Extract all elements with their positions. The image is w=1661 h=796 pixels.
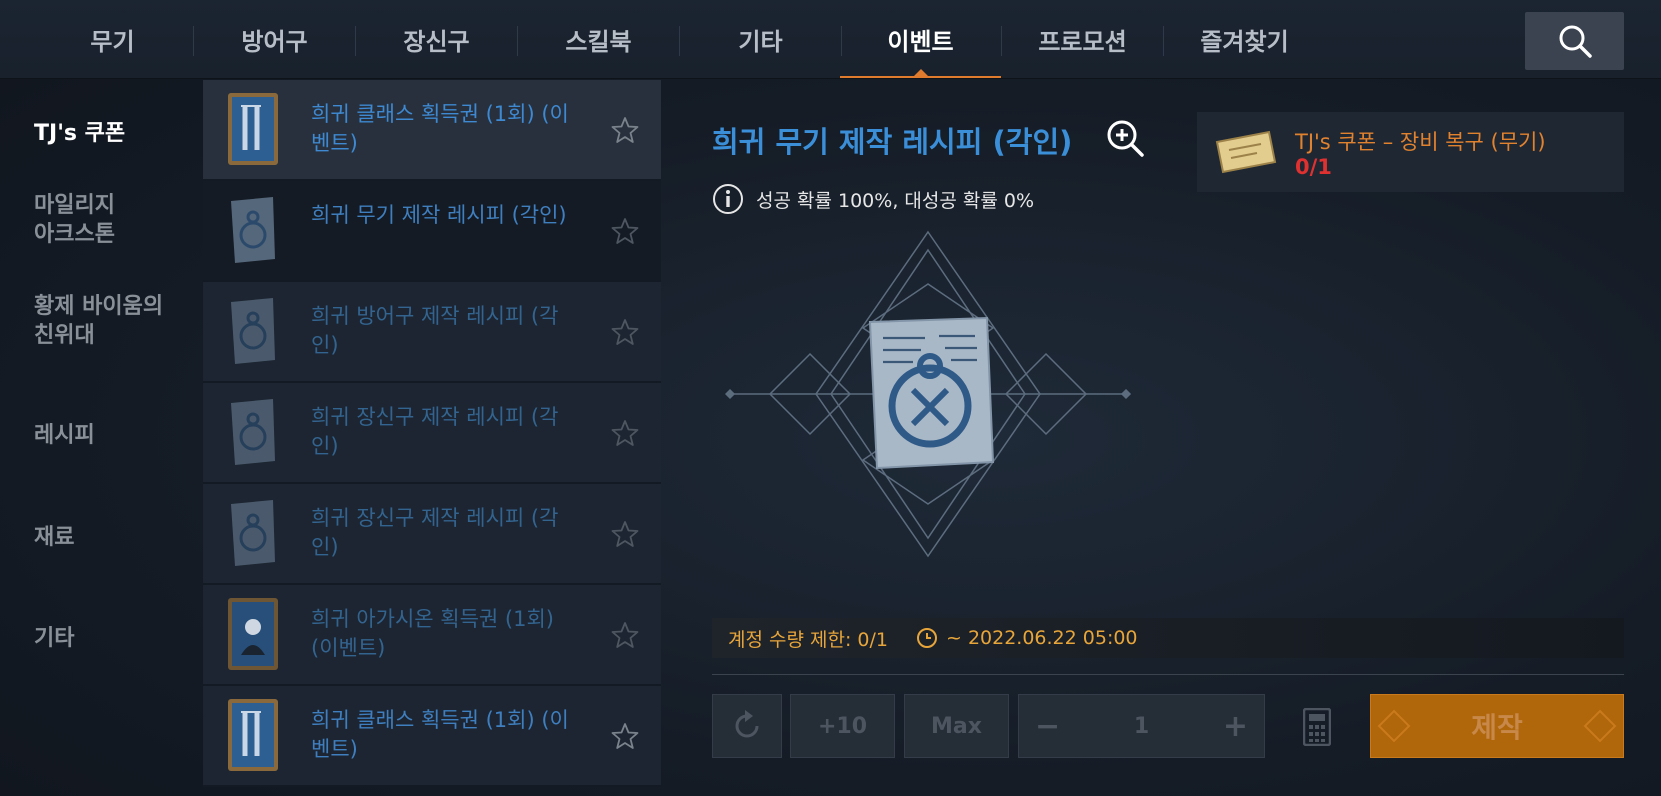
list-item[interactable]: 희귀 클래스 획득권 (1회) (이벤트) [203,686,661,787]
list-item-name: 희귀 클래스 획득권 (1회) (이벤트) [311,708,569,761]
quantity-value: 1 [1133,713,1150,739]
tab-armor[interactable]: 방어구 [194,0,355,78]
calculator-icon[interactable] [1303,708,1331,746]
success-rate-info: 성공 확률 100%, 대성공 확률 0% [712,183,1034,215]
category-recipe[interactable]: 레시피 [34,421,95,450]
ornament-icon [1583,709,1617,743]
list-item-name: 희귀 방어구 제작 레시피 (각인) [311,304,559,357]
minus-icon[interactable]: − [1035,709,1060,744]
search-button[interactable] [1525,12,1624,70]
coupon-ticket-icon [1215,130,1277,174]
detail-title: 희귀 무기 제작 레시피 (각인) [712,125,1073,159]
list-item[interactable]: 희귀 장신구 제작 레시피 (각인) [203,484,661,585]
list-item[interactable]: 희귀 장신구 제작 레시피 (각인) [203,383,661,484]
reset-icon [735,710,759,738]
quantity-stepper[interactable]: − 1 + [1018,694,1265,758]
favorite-star-icon[interactable] [611,520,639,548]
item-preview-image [725,230,1132,558]
info-icon[interactable] [712,183,744,215]
list-item-name: 희귀 장신구 제작 레시피 (각인) [311,405,559,458]
recipe-scroll-icon [231,500,275,566]
list-item[interactable]: 희귀 클래스 획득권 (1회) (이벤트) [203,80,661,181]
list-item[interactable]: 희귀 무기 제작 레시피 (각인) [203,181,661,282]
tab-accessory[interactable]: 장신구 [356,0,517,78]
favorite-star-icon[interactable] [611,318,639,346]
clock-icon [916,628,937,648]
success-rate-text: 성공 확률 100%, 대성공 확률 0% [756,189,1035,212]
craft-button[interactable]: 제작 [1370,694,1624,758]
plus-ten-button[interactable]: +10 [790,694,895,758]
favorite-star-icon[interactable] [611,722,639,750]
tab-weapon[interactable]: 무기 [32,0,193,78]
plus-icon[interactable]: + [1223,709,1248,744]
item-list: 희귀 클래스 획득권 (1회) (이벤트) 희귀 무기 제작 레시피 (각인) … [203,80,661,796]
class-card-icon [228,93,278,165]
favorite-star-icon[interactable] [611,116,639,144]
list-item-name: 희귀 장신구 제작 레시피 (각인) [311,506,559,559]
category-material[interactable]: 재료 [34,523,74,552]
list-item-name: 희귀 무기 제작 레시피 (각인) [311,203,567,227]
account-limit-text: 계정 수량 제한: 0/1 [728,628,888,651]
top-tab-bar: 무기 방어구 장신구 스킬북 기타 이벤트 프로모션 즐겨찾기 [0,0,1661,79]
category-tj-coupon[interactable]: TJ's 쿠폰 [34,119,125,148]
recipe-scroll-icon [231,399,275,465]
divider [712,674,1624,675]
tab-skillbook[interactable]: 스킬북 [518,0,679,78]
search-icon [1559,25,1592,58]
class-card-icon [228,699,278,771]
favorite-star-icon[interactable] [611,217,639,245]
tab-favorites[interactable]: 즐겨찾기 [1164,0,1325,78]
required-material-count: 0/1 [1295,155,1332,179]
tab-promotion[interactable]: 프로모션 [1002,0,1163,78]
period-text: ~ 2022.06.22 05:00 [945,627,1138,649]
craft-button-label: 제작 [1471,711,1523,744]
required-material[interactable]: TJ's 쿠폰 – 장비 복구 (무기) 0/1 [1197,112,1624,192]
agathion-card-icon [228,598,278,670]
category-mileage-arcstone[interactable]: 마일리지 아크스톤 [34,191,115,249]
ornament-icon [1377,709,1411,743]
list-item-name: 희귀 클래스 획득권 (1회) (이벤트) [311,102,569,155]
reset-button[interactable] [712,694,782,758]
category-baium-guard[interactable]: 황제 바이움의 친위대 [34,292,163,350]
favorite-star-icon[interactable] [611,621,639,649]
tab-etc[interactable]: 기타 [680,0,841,78]
favorite-star-icon[interactable] [611,419,639,447]
category-etc[interactable]: 기타 [34,624,74,653]
required-material-name: TJ's 쿠폰 – 장비 복구 (무기) [1295,130,1546,154]
zoom-in-icon[interactable] [1106,119,1144,157]
max-button[interactable]: Max [904,694,1009,758]
recipe-scroll-icon [231,298,275,364]
list-item[interactable]: 희귀 아가시온 획득권 (1회) (이벤트) [203,585,661,686]
purchase-limit-bar: 계정 수량 제한: 0/1 ~ 2022.06.22 05:00 [712,618,1624,658]
list-item-name: 희귀 아가시온 획득권 (1회) (이벤트) [311,607,554,660]
recipe-scroll-icon [231,197,275,263]
tab-event[interactable]: 이벤트 [840,0,1001,78]
list-item[interactable]: 희귀 방어구 제작 레시피 (각인) [203,282,661,383]
